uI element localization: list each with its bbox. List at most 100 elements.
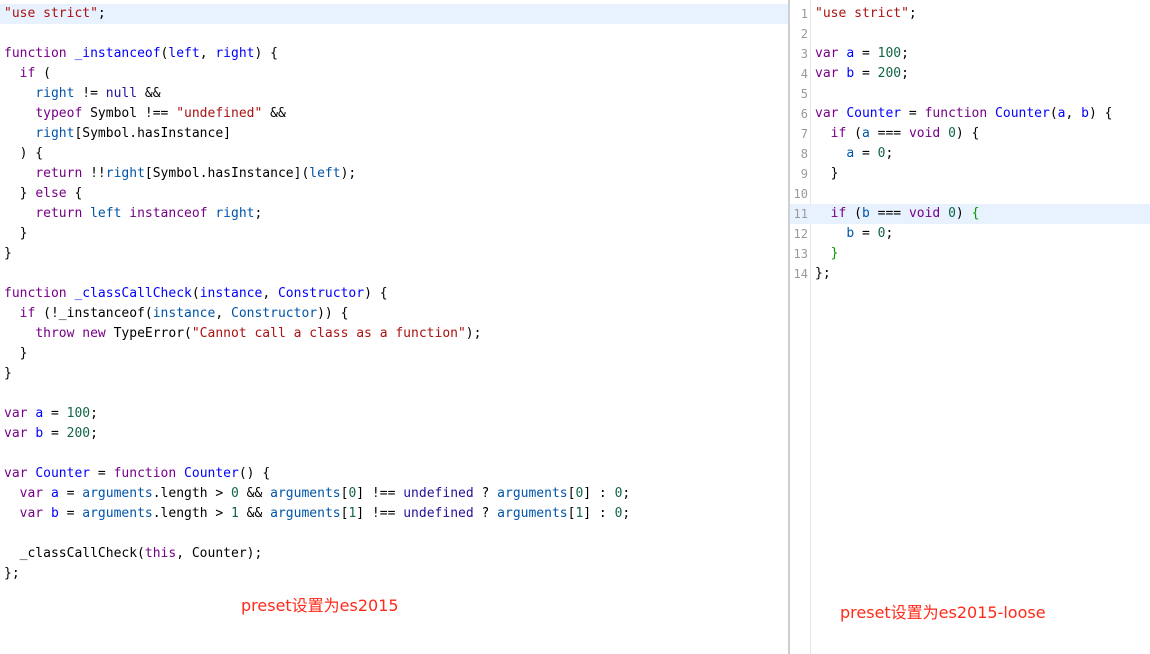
code-token: _instanceof	[74, 46, 161, 61]
code-line[interactable]	[0, 24, 788, 44]
code-line[interactable]: };	[0, 564, 788, 584]
code-line[interactable]: if (!_instanceof(instance, Constructor))…	[0, 304, 788, 324]
code-line[interactable]: right[Symbol.hasInstance]	[0, 124, 788, 144]
code-token: function	[4, 286, 67, 301]
code-token: [Symbol.hasInstance]	[74, 126, 231, 141]
left-code-editor[interactable]: "use strict"; function _instanceof(left, …	[0, 0, 788, 654]
code-line[interactable]: var Counter = function Counter() {	[0, 464, 788, 484]
line-number: 13	[793, 247, 808, 261]
code-token: Counter	[995, 106, 1050, 121]
code-text: if (b === void 0) {	[815, 204, 980, 224]
code-token: arguments	[497, 506, 568, 521]
code-line[interactable]: 2	[790, 24, 1150, 44]
code-line[interactable]: }	[0, 244, 788, 264]
code-line[interactable]: return left instanceof right;	[0, 204, 788, 224]
code-token: 0	[948, 126, 956, 141]
line-number: 9	[800, 167, 808, 181]
code-token: void	[908, 126, 941, 141]
code-token: }	[4, 246, 12, 261]
code-token: =	[90, 466, 114, 481]
code-line[interactable]: function _classCallCheck(instance, Const…	[0, 284, 788, 304]
code-token: &&	[238, 506, 271, 521]
code-token: ;	[622, 506, 631, 521]
code-line[interactable]	[0, 524, 788, 544]
code-token: "use strict"	[4, 6, 98, 21]
code-token: ===	[869, 126, 909, 141]
code-line[interactable]: }	[0, 224, 788, 244]
code-line[interactable]: }	[0, 364, 788, 384]
code-line[interactable]: var b = 200;	[0, 424, 788, 444]
code-token: ] !==	[356, 506, 404, 521]
code-line[interactable]: right != null &&	[0, 84, 788, 104]
right-code-area[interactable]: 1 "use strict"; 2 3 var a = 100; 4 var b = 200…	[790, 4, 1150, 284]
code-line[interactable]: "use strict";	[0, 4, 788, 24]
code-line[interactable]	[0, 264, 788, 284]
code-token: left	[168, 46, 200, 61]
code-line[interactable]: 8 a = 0;	[790, 144, 1150, 164]
code-line[interactable]: 1 "use strict";	[790, 4, 1150, 24]
code-line[interactable]	[0, 444, 788, 464]
code-line[interactable]: var b = arguments.length > 1 && argument…	[0, 504, 788, 524]
code-token: =	[854, 66, 878, 81]
code-line[interactable]: _classCallCheck(this, Counter);	[0, 544, 788, 564]
code-line[interactable]: 5	[790, 84, 1150, 104]
code-token: left	[90, 206, 122, 221]
code-token: right	[215, 206, 255, 221]
code-line[interactable]: if (	[0, 64, 788, 84]
code-line[interactable]: return !!right[Symbol.hasInstance](left)…	[0, 164, 788, 184]
code-line[interactable]: 14};	[790, 264, 1150, 284]
code-token: =	[43, 406, 67, 421]
code-token: ] :	[583, 506, 615, 521]
code-token: ;	[908, 6, 917, 21]
code-line[interactable]: 13 }	[790, 244, 1150, 264]
code-token: .length >	[152, 506, 232, 521]
code-token: {	[971, 206, 980, 221]
right-code-editor[interactable]: 1 "use strict"; 2 3 var a = 100; 4 var b = 200…	[790, 0, 1150, 654]
code-token: function	[113, 466, 177, 481]
code-text: var a = 100;	[815, 44, 909, 64]
code-line[interactable]: 9 }	[790, 164, 1150, 184]
line-number: 1	[800, 7, 808, 21]
code-token: Counter	[184, 466, 239, 481]
code-line[interactable]: 6 var Counter = function Counter(a, b) {	[790, 104, 1150, 124]
code-line[interactable]: 4 var b = 200;	[790, 64, 1150, 84]
code-line[interactable]: var a = 100;	[0, 404, 788, 424]
code-line[interactable]: 12 b = 0;	[790, 224, 1150, 244]
code-token: ,	[199, 46, 216, 61]
code-line[interactable]: }	[0, 344, 788, 364]
code-token: &&	[262, 106, 286, 121]
code-line[interactable]: ) {	[0, 144, 788, 164]
code-line[interactable]: 11 if (b === void 0) {	[790, 204, 1150, 224]
code-line[interactable]: 7 if (a === void 0) {	[790, 124, 1150, 144]
code-token: ;	[254, 206, 263, 221]
left-code-area[interactable]: "use strict"; function _instanceof(left, …	[0, 4, 788, 584]
code-text: };	[815, 264, 831, 284]
code-line[interactable]	[0, 384, 788, 404]
code-text: if (a === void 0) {	[815, 124, 980, 144]
code-token: var	[4, 406, 28, 421]
line-number: 14	[793, 267, 808, 281]
code-line[interactable]: } else {	[0, 184, 788, 204]
code-token: {	[66, 186, 83, 201]
code-line[interactable]: typeof Symbol !== "undefined" &&	[0, 104, 788, 124]
code-token: [Symbol.hasInstance](	[144, 166, 310, 181]
code-token: arguments	[270, 506, 341, 521]
code-token: ;	[90, 406, 98, 421]
code-line[interactable]: 3 var a = 100;	[790, 44, 1150, 64]
code-token: right	[35, 126, 75, 141]
code-line[interactable]: function _instanceof(left, right) {	[0, 44, 788, 64]
code-line[interactable]: 10	[790, 184, 1150, 204]
code-line[interactable]: var a = arguments.length > 0 && argument…	[0, 484, 788, 504]
code-token: a	[1057, 106, 1066, 121]
code-line[interactable]: throw new TypeError("Cannot call a class…	[0, 324, 788, 344]
code-token: ) {	[955, 126, 980, 141]
code-token: right	[215, 46, 255, 61]
line-number: 6	[800, 107, 808, 121]
